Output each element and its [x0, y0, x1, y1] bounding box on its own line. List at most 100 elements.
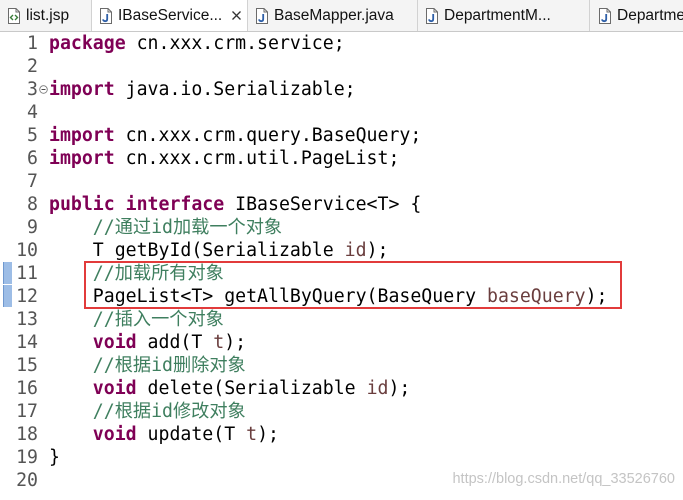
code-token: cn.xxx.crm.service;	[125, 33, 345, 54]
fold-gutter	[38, 170, 49, 193]
fold-gutter	[38, 285, 49, 308]
code-token: );	[257, 424, 279, 445]
editor-tab-bar: list.jsp IBaseService... BaseMapper.java…	[0, 0, 683, 32]
keyword: interface	[114, 194, 225, 215]
java-file-icon	[599, 7, 611, 24]
keyword: void	[92, 424, 137, 445]
keyword: void	[92, 332, 137, 353]
fold-collapse-icon[interactable]	[39, 85, 48, 94]
line-number: 1	[27, 33, 38, 54]
parameter: baseQuery	[487, 286, 586, 307]
fold-gutter	[38, 101, 49, 124]
code-text: public interface IBaseService<T> {	[49, 193, 421, 216]
jsp-file-icon	[8, 7, 20, 24]
code-line[interactable]: 5 import cn.xxx.crm.query.BaseQuery;	[0, 124, 683, 147]
code-text: PageList<T> getAllByQuery(BaseQuery base…	[49, 285, 608, 308]
change-marker	[3, 262, 12, 284]
code-line[interactable]: 10 T getById(Serializable id);	[0, 239, 683, 262]
fold-gutter	[38, 193, 49, 216]
line-number: 7	[27, 171, 38, 192]
tab-departme[interactable]: Departme	[590, 0, 683, 31]
change-marker	[3, 285, 12, 307]
parameter: t	[246, 424, 258, 445]
watermark: https://blog.csdn.net/qq_33526760	[452, 471, 675, 487]
code-token: update(T	[136, 424, 247, 445]
line-number: 18	[16, 424, 38, 445]
code-line[interactable]: 15 //根据id删除对象	[0, 354, 683, 377]
keyword: import	[49, 148, 115, 169]
code-text: package cn.xxx.crm.service;	[49, 32, 345, 55]
fold-gutter	[38, 423, 49, 446]
comment: //通过id加载一个对象	[92, 217, 283, 238]
java-file-icon	[100, 7, 112, 24]
code-line[interactable]: 16 void delete(Serializable id);	[0, 377, 683, 400]
code-line[interactable]: 3 import java.io.Serializable;	[0, 78, 683, 101]
code-line[interactable]: 8 public interface IBaseService<T> {	[0, 193, 683, 216]
code-line[interactable]: 6 import cn.xxx.crm.util.PageList;	[0, 147, 683, 170]
line-number: 5	[27, 125, 38, 146]
code-text: import cn.xxx.crm.util.PageList;	[49, 147, 399, 170]
fold-gutter	[38, 55, 49, 78]
code-text: //根据id修改对象	[49, 400, 246, 423]
code-token: add(T	[136, 332, 214, 353]
tab-departmentm[interactable]: DepartmentM...	[418, 0, 590, 31]
code-line[interactable]: 7	[0, 170, 683, 193]
code-text: //通过id加载一个对象	[49, 216, 282, 239]
code-token: );	[224, 332, 247, 353]
code-token: }	[49, 447, 60, 468]
code-line[interactable]: 4	[0, 101, 683, 124]
line-number: 8	[27, 194, 38, 215]
code-line[interactable]: 11 //加载所有对象	[0, 262, 683, 285]
code-editor[interactable]: 1 package cn.xxx.crm.service; 2 3 import…	[0, 32, 683, 500]
code-line[interactable]: 2	[0, 55, 683, 78]
code-line[interactable]: 13 //插入一个对象	[0, 308, 683, 331]
code-line[interactable]: 14 void add(T t);	[0, 331, 683, 354]
code-text: //根据id删除对象	[49, 354, 246, 377]
tab-label: list.jsp	[26, 6, 70, 24]
fold-gutter	[38, 469, 49, 492]
line-number: 19	[16, 447, 38, 468]
code-token: cn.xxx.crm.query.BaseQuery;	[114, 125, 422, 146]
keyword: public	[49, 194, 115, 215]
tab-basemapper-java[interactable]: BaseMapper.java	[248, 0, 418, 31]
tab-list-jsp[interactable]: list.jsp	[0, 0, 92, 31]
fold-gutter	[38, 216, 49, 239]
code-line[interactable]: 1 package cn.xxx.crm.service;	[0, 32, 683, 55]
code-token: delete(Serializable	[136, 378, 367, 399]
line-number: 10	[16, 240, 38, 261]
code-line[interactable]: 9 //通过id加载一个对象	[0, 216, 683, 239]
parameter: id	[366, 378, 389, 399]
line-number: 15	[16, 355, 38, 376]
tab-label: BaseMapper.java	[274, 6, 394, 24]
line-number: 4	[27, 102, 38, 123]
line-number: 9	[27, 217, 38, 238]
keyword: void	[92, 378, 137, 399]
comment: //根据id修改对象	[92, 401, 246, 422]
tab-label: DepartmentM...	[444, 6, 551, 24]
line-number: 14	[16, 332, 38, 353]
code-token: );	[585, 286, 608, 307]
fold-gutter	[38, 446, 49, 469]
line-number: 16	[16, 378, 38, 399]
tab-ibaseservice[interactable]: IBaseService...	[92, 0, 248, 31]
code-text: void delete(Serializable id);	[49, 377, 411, 400]
fold-gutter	[38, 354, 49, 377]
code-token: );	[366, 240, 389, 261]
line-number: 3	[27, 79, 38, 100]
comment: //根据id删除对象	[92, 355, 246, 376]
line-number: 20	[16, 470, 38, 491]
code-line[interactable]: 17 //根据id修改对象	[0, 400, 683, 423]
code-line[interactable]: 12 PageList<T> getAllByQuery(BaseQuery b…	[0, 285, 683, 308]
comment: //加载所有对象	[92, 263, 224, 284]
code-text: import java.io.Serializable;	[49, 78, 356, 101]
comment: //插入一个对象	[92, 309, 224, 330]
fold-gutter	[38, 331, 49, 354]
tab-label: Departme	[617, 6, 683, 24]
close-icon[interactable]	[231, 10, 242, 21]
tab-label: IBaseService...	[118, 6, 223, 24]
code-text: import cn.xxx.crm.query.BaseQuery;	[49, 124, 421, 147]
code-line[interactable]: 18 void update(T t);	[0, 423, 683, 446]
code-line[interactable]: 19 }	[0, 446, 683, 469]
fold-gutter	[38, 400, 49, 423]
code-text: }	[49, 446, 60, 469]
